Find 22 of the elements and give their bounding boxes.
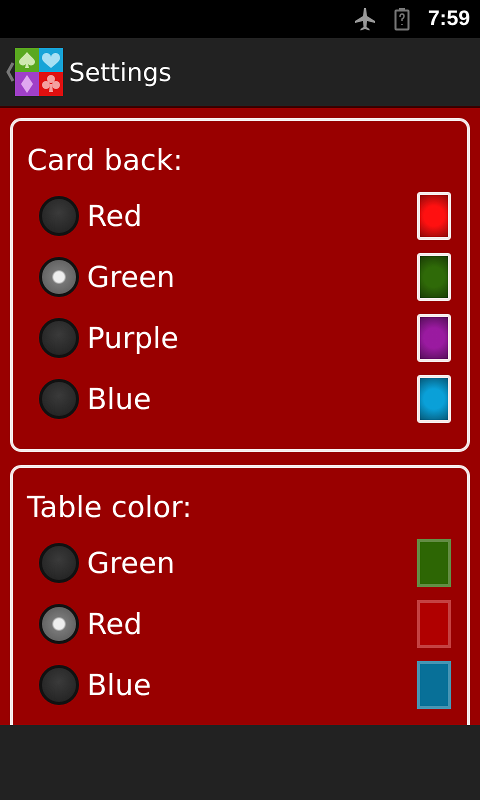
option-label[interactable]: Purple [87,320,417,354]
option-label[interactable]: Red [87,198,417,232]
option-label[interactable]: Blue [87,668,417,702]
app-logo-icon[interactable] [15,48,63,96]
battery-icon [394,7,410,31]
option-label[interactable]: Green [87,260,417,294]
option-label[interactable]: Blue [87,382,417,416]
back-caret-icon[interactable] [5,61,15,83]
radio-button[interactable] [39,542,79,582]
radio-button[interactable] [39,318,79,358]
clock-time: 7:59 [428,7,470,31]
radio-button[interactable] [39,256,79,296]
option-label[interactable]: Green [87,546,417,580]
screen-title: Settings [69,58,172,86]
radio-button[interactable] [39,664,79,704]
option-label[interactable]: Red [87,606,417,640]
radio-button[interactable] [39,604,79,644]
radio-button[interactable] [39,378,79,418]
airplane-icon [354,7,376,31]
group-title: Table color: [27,490,193,524]
group-title: Card back: [27,143,184,177]
radio-button[interactable] [39,196,79,236]
